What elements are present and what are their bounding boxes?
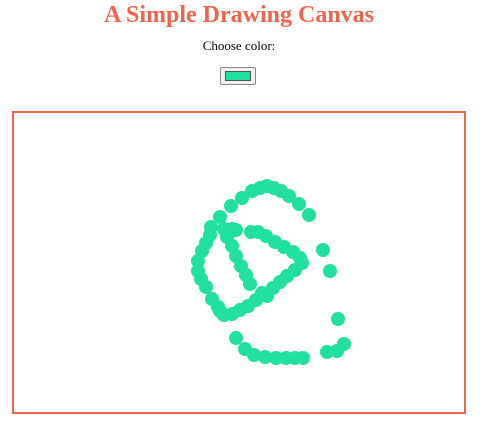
brush-dot bbox=[331, 312, 345, 326]
drawing-strokes bbox=[191, 179, 351, 365]
color-picker[interactable] bbox=[220, 67, 256, 85]
brush-stroke-group bbox=[191, 179, 351, 365]
brush-dot bbox=[316, 243, 330, 257]
page-title: A Simple Drawing Canvas bbox=[103, 2, 375, 28]
brush-dot bbox=[302, 208, 316, 222]
drawing-canvas[interactable] bbox=[12, 111, 466, 414]
color-label: Choose color: bbox=[202, 38, 276, 53]
brush-dot bbox=[260, 289, 274, 303]
brush-dot bbox=[296, 351, 310, 365]
brush-dot bbox=[292, 197, 306, 211]
brush-dot bbox=[243, 277, 257, 291]
brush-dot bbox=[323, 264, 337, 278]
brush-dot bbox=[320, 345, 334, 359]
brush-dot bbox=[229, 331, 243, 345]
brush-dot bbox=[213, 210, 227, 224]
brush-dot bbox=[199, 280, 213, 294]
color-swatch bbox=[225, 71, 251, 81]
